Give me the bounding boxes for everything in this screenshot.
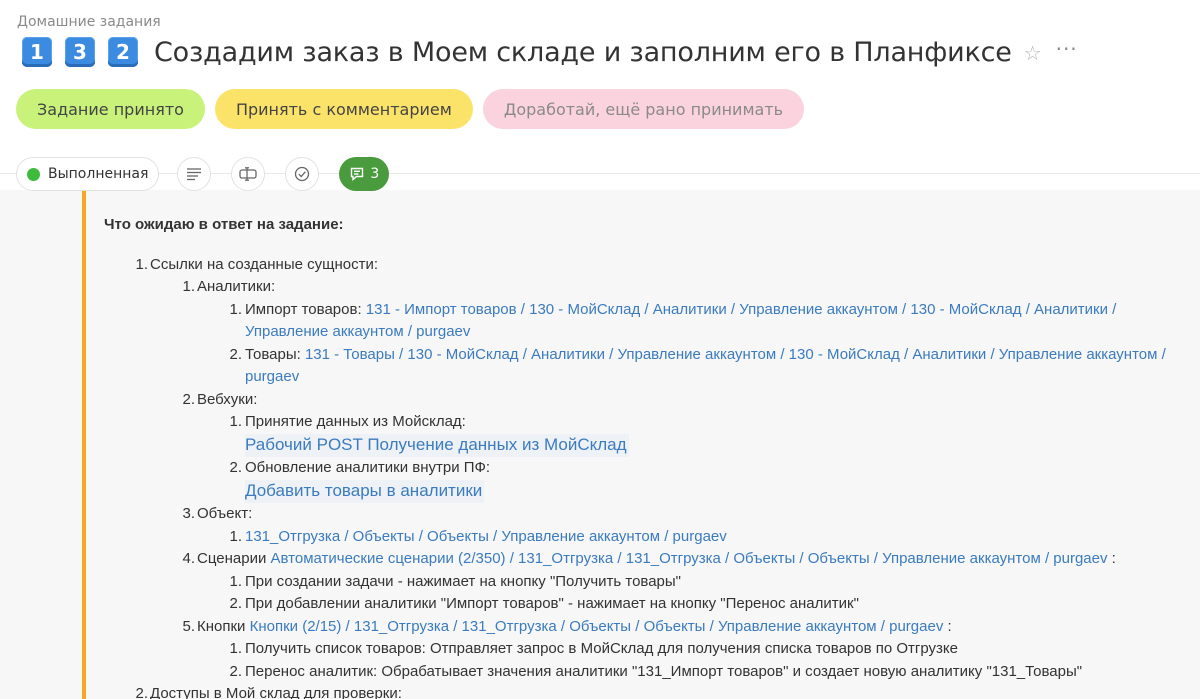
task-toolbar: Выполненная 3	[16, 157, 390, 191]
list-item: 1. Принятие данных из Мойсклад: Рабочий …	[104, 411, 1184, 457]
list-item: 1. Импорт товаров: 131 - Импорт товаров …	[229, 300, 1117, 341]
status-dot-icon	[27, 167, 40, 181]
comments-button[interactable]: 3	[339, 157, 390, 191]
webhook-receive-link[interactable]: Рабочий POST Получение данных из МойСкла…	[245, 433, 629, 457]
page-title[interactable]: Создадим заказ в Моем складе и заполним …	[154, 37, 1012, 68]
description-text: Что ожидаю в ответ на задание: 1. Ссылки…	[104, 214, 1184, 699]
rework-button[interactable]: Доработай, ещё рано принимать	[482, 89, 805, 129]
list-item: 1. Получить список товаров: Отправляет з…	[229, 640, 958, 657]
accent-bar	[82, 190, 86, 699]
keycap-3-icon: 3	[65, 37, 95, 67]
list-item: 3. Объект:	[182, 505, 253, 522]
list-item: 4. Сценарии Автоматические сценарии (2/3…	[182, 550, 1116, 567]
analytics-goods-link[interactable]: 131 - Товары / 130 - МойСклад / Аналитик…	[245, 346, 1166, 386]
fields-icon	[239, 167, 258, 181]
keycap-2-icon: 2	[108, 37, 138, 67]
checklist-icon	[295, 166, 310, 182]
analytics-import-link[interactable]: 131 - Импорт товаров / 130 - МойСклад / …	[245, 301, 1116, 341]
title-row: 1 3 2 Создадим заказ в Моем складе и зап…	[22, 34, 1078, 70]
list-item: 2. Доступы в Мой склад для проверки:	[135, 685, 402, 699]
scenarios-link[interactable]: Автоматические сценарии (2/350) / 131_От…	[271, 550, 1108, 567]
list-item: 1. Аналитики:	[182, 278, 276, 295]
object-link[interactable]: 131_Отгрузка / Объекты / Объекты / Управ…	[245, 528, 727, 545]
webhook-update-link[interactable]: Добавить товары в аналитики	[245, 479, 485, 503]
status-label: Выполненная	[48, 166, 149, 182]
list-item: 2. Обновление аналитики внутри ПФ: Добав…	[104, 457, 1184, 503]
list-item: 2. Перенос аналитик: Обрабатывает значен…	[229, 662, 1083, 680]
accept-button[interactable]: Задание принято	[16, 89, 205, 129]
accept-with-comment-button[interactable]: Принять с комментарием	[214, 89, 473, 129]
description-icon	[187, 168, 202, 181]
more-icon[interactable]: ···	[1056, 37, 1078, 61]
list-item: 2. Товары: 131 - Товары / 130 - МойСклад…	[229, 345, 1166, 386]
star-icon[interactable]: ☆	[1024, 41, 1042, 65]
checklist-button[interactable]	[285, 157, 320, 191]
comments-count: 3	[370, 166, 380, 182]
keycap-1-icon: 1	[22, 37, 52, 67]
list-item: 1. При создании задачи - нажимает на кно…	[229, 572, 682, 590]
task-actions: Задание принято Принять с комментарием Д…	[16, 89, 814, 129]
buttons-link[interactable]: Кнопки (2/15) / 131_Отгрузка / 131_Отгру…	[250, 618, 944, 635]
list-item: 2. Вебхуки:	[182, 390, 258, 408]
list-item: 2. При добавлении аналитики "Импорт това…	[229, 595, 859, 612]
comment-icon	[351, 167, 364, 182]
breadcrumb[interactable]: Домашние задания	[17, 14, 161, 30]
description-button[interactable]	[177, 157, 212, 191]
list-item: 1. Ссылки на созданные сущности:	[135, 255, 378, 273]
task-description: Что ожидаю в ответ на задание: 1. Ссылки…	[0, 190, 1200, 699]
section-heading: Что ожидаю в ответ на задание:	[104, 216, 344, 233]
status-selector[interactable]: Выполненная	[16, 157, 160, 191]
list-item: 1. 131_Отгрузка / Объекты / Объекты / Уп…	[229, 527, 727, 545]
fields-button[interactable]	[231, 157, 266, 191]
list-item: 5. Кнопки Кнопки (2/15) / 131_Отгрузка /…	[182, 617, 952, 635]
